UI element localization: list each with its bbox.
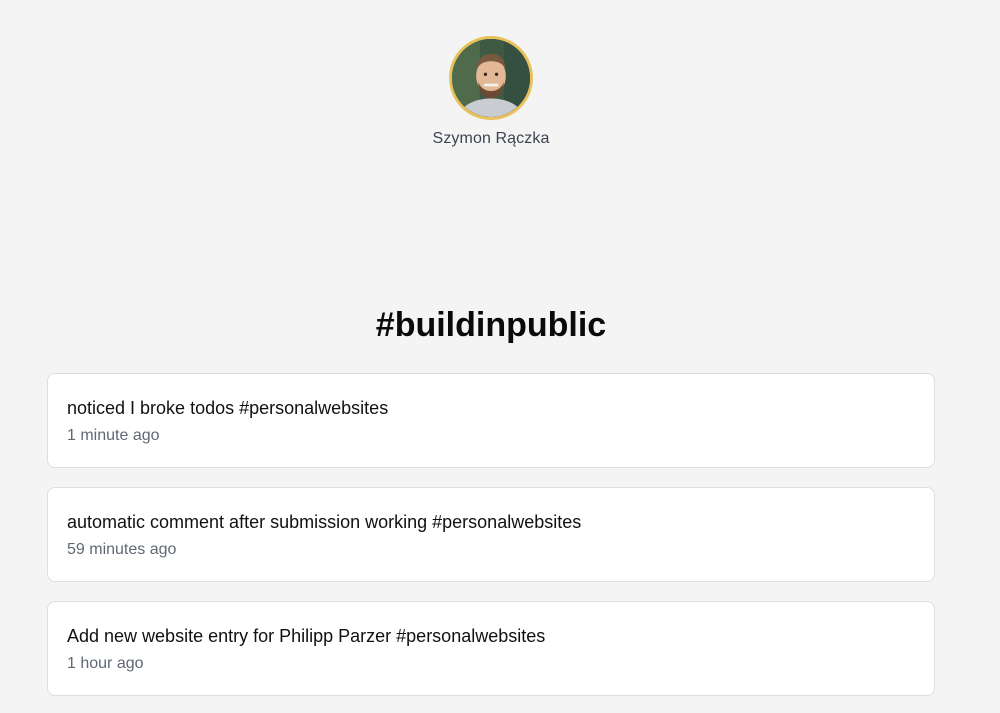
profile-name: Szymon Rączka: [432, 130, 550, 147]
post-timestamp: 59 minutes ago: [67, 541, 177, 558]
post-card[interactable]: noticed I broke todos #personalwebsites …: [47, 373, 935, 468]
avatar-photo: [452, 39, 530, 117]
profile-header: Szymon Rączka: [0, 36, 982, 148]
post-timestamp: 1 minute ago: [67, 427, 160, 444]
post-text: automatic comment after submission worki…: [67, 512, 582, 532]
post-list: noticed I broke todos #personalwebsites …: [47, 373, 935, 713]
post-timestamp: 1 hour ago: [67, 655, 144, 672]
post-card[interactable]: automatic comment after submission worki…: [47, 487, 935, 582]
post-text: Add new website entry for Philipp Parzer…: [67, 626, 546, 646]
page: Szymon Rączka #buildinpublic noticed I b…: [0, 0, 1000, 713]
avatar[interactable]: [449, 36, 533, 120]
post-card[interactable]: Add new website entry for Philipp Parzer…: [47, 601, 935, 696]
post-text: noticed I broke todos #personalwebsites: [67, 398, 389, 418]
feed-title: #buildinpublic: [375, 306, 607, 344]
